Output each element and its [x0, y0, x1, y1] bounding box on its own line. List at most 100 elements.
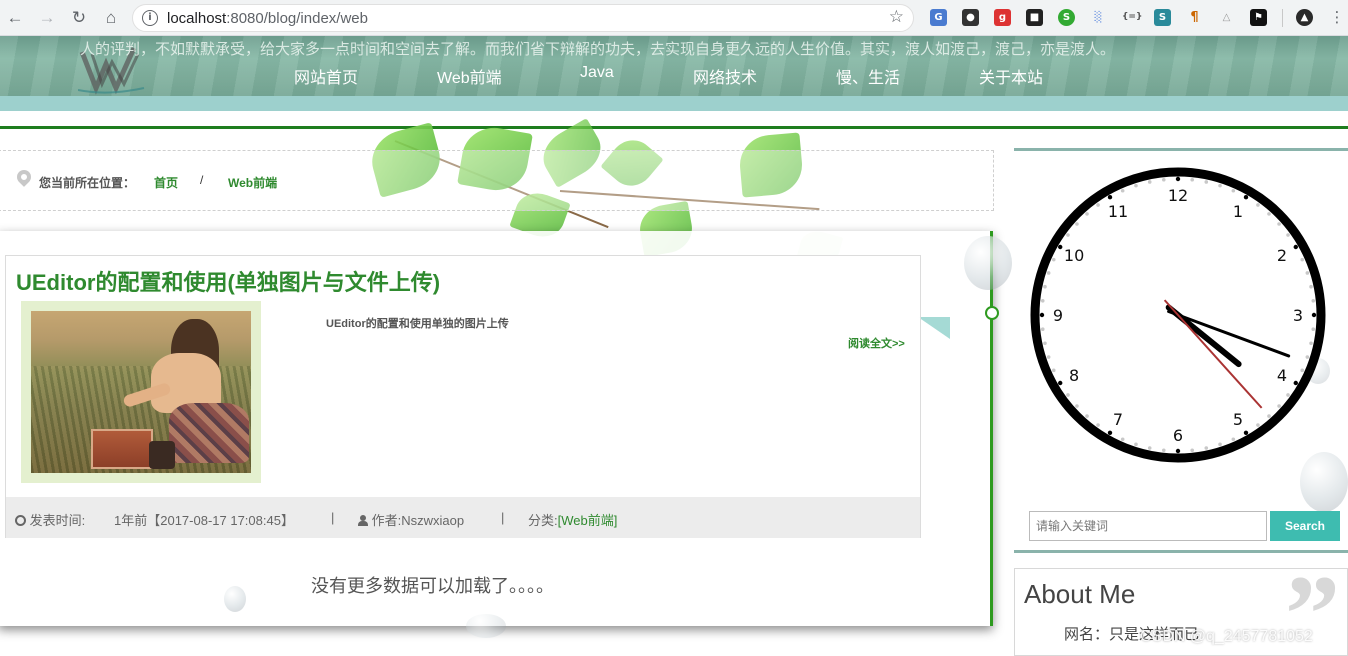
nav-home[interactable]: 网站首页: [294, 64, 358, 88]
extension-red-icon[interactable]: g: [994, 9, 1011, 26]
about-me-title: About Me: [1024, 579, 1136, 609]
clock-hour-tick: [1311, 312, 1317, 318]
clock-minute-tick: [1046, 355, 1051, 359]
post-category: 分类:[Web前端]: [528, 510, 617, 529]
clock-minute-tick: [1075, 222, 1079, 226]
clock-minute-tick: [1075, 404, 1079, 408]
clock-minute-tick: [1190, 448, 1195, 453]
site-info-icon[interactable]: i: [142, 10, 158, 26]
post-thumbnail[interactable]: [21, 301, 261, 483]
clock-number: 6: [1173, 426, 1183, 445]
clock-minute-tick: [1305, 271, 1310, 275]
sidebar-top-rule: [1014, 148, 1348, 151]
clock-minute-tick: [1277, 404, 1281, 408]
extension-translate-icon[interactable]: G: [930, 9, 947, 26]
clock-minute-tick: [1204, 180, 1209, 184]
clock-minute-tick: [1134, 183, 1138, 188]
clock-minute-tick: [1120, 188, 1125, 193]
clock-minute-tick: [1043, 284, 1047, 289]
clock-number: 8: [1069, 366, 1079, 385]
bookmark-star-icon[interactable]: ☆: [889, 7, 904, 27]
clock-number: 12: [1168, 186, 1188, 205]
clock-minute-tick: [1134, 442, 1138, 447]
breadcrumb-current-link[interactable]: Web前端: [228, 174, 277, 191]
clock-hour-tick: [1058, 380, 1063, 386]
header-divider: [0, 126, 1348, 129]
extension-s-icon[interactable]: S: [1058, 9, 1075, 26]
extension-chart-icon[interactable]: ░: [1090, 9, 1107, 26]
clock-number: 7: [1113, 410, 1123, 429]
clock-minute-tick: [1096, 203, 1100, 207]
url-host: localhost: [167, 10, 227, 27]
post-title-link[interactable]: UEditor的配置和使用(单独图片与文件上传): [16, 265, 440, 297]
post-thumbnail-image: [31, 311, 251, 473]
toolbar-separator: [1282, 9, 1283, 27]
breadcrumb-home-link[interactable]: 首页: [154, 174, 178, 191]
nav-about-site[interactable]: 关于本站: [979, 64, 1043, 88]
post-meta-bar: 发表时间: 1年前【2017-08-17 17:08:45】 | 作者:Nszw…: [6, 497, 920, 538]
clock-number: 10: [1064, 246, 1084, 265]
sidebar-mid-rule: [1014, 550, 1348, 553]
post-author-text: 作者:Nszwxiaop: [371, 513, 465, 528]
clock-minute-tick: [1309, 284, 1313, 289]
clock-minute-tick: [1218, 183, 1222, 188]
menu-kebab-icon[interactable]: ⋮: [1326, 7, 1348, 29]
clock-hour-tick: [1175, 176, 1181, 182]
clock-hour-tick: [1293, 244, 1298, 250]
url-text: localhost:8080/blog/index/web: [167, 10, 368, 27]
post-author: 作者:Nszwxiaop: [358, 510, 464, 529]
clock-minute-tick: [1309, 341, 1313, 346]
extension-mask-icon[interactable]: ●: [962, 9, 979, 26]
reload-icon[interactable]: ↻: [68, 7, 90, 29]
extension-ghost-icon[interactable]: ■: [1026, 9, 1043, 26]
clock-hour-tick: [1039, 312, 1045, 318]
clock-hour-tick: [1058, 244, 1063, 250]
header-strip: [0, 96, 1348, 111]
post-card: UEditor的配置和使用(单独图片与文件上传) UEditor的配置和使用单独…: [5, 255, 921, 538]
analog-clock: 121234567891011: [1030, 167, 1326, 463]
nav-slow-life[interactable]: 慢、生活: [836, 64, 900, 88]
clock-hour-tick: [1243, 195, 1249, 200]
extension-pilcrow-icon[interactable]: ¶: [1186, 9, 1203, 26]
forward-icon[interactable]: →: [36, 7, 58, 29]
clock-minute-tick: [1305, 355, 1310, 359]
profile-avatar-icon[interactable]: ▲: [1296, 9, 1313, 26]
back-icon[interactable]: ←: [4, 7, 26, 29]
clock-minute-tick: [1267, 212, 1271, 216]
site-motto: 人的评判，不如默默承受，给大家多一点时间和空间去了解。而我们省下辩解的功夫，去实…: [80, 40, 1116, 58]
address-bar[interactable]: i localhost:8080/blog/index/web ☆: [132, 4, 914, 32]
search-button[interactable]: Search: [1270, 511, 1340, 541]
breadcrumb-label: 您当前所在位置：: [39, 176, 136, 190]
clock-minute-tick: [1066, 393, 1070, 397]
clock-hour-tick: [1175, 448, 1181, 454]
read-more-link[interactable]: 阅读全文>>: [848, 335, 905, 351]
clock-number: 1: [1233, 202, 1243, 221]
nav-web-frontend[interactable]: Web前端: [437, 64, 502, 88]
clock-number: 11: [1108, 202, 1128, 221]
nav-java[interactable]: Java: [580, 64, 614, 82]
post-category-link[interactable]: [Web前端]: [558, 513, 618, 528]
extension-json-icon[interactable]: {=}: [1122, 9, 1142, 26]
clock-minute-tick: [1267, 414, 1271, 418]
clock-minute-tick: [1161, 177, 1166, 182]
clock-minute-tick: [1231, 437, 1236, 442]
breadcrumb-separator: /: [200, 173, 204, 187]
extension-flag-icon[interactable]: ⚑: [1250, 9, 1267, 26]
search-input[interactable]: [1029, 511, 1267, 541]
clock-hour-tick: [1293, 380, 1298, 386]
clock-minute-tick: [1286, 233, 1290, 237]
extension-tree-icon[interactable]: △: [1218, 9, 1235, 26]
home-icon[interactable]: ⌂: [100, 7, 122, 29]
browser-toolbar: ← → ↻ ⌂ i localhost:8080/blog/index/web …: [0, 0, 1348, 36]
meta-divider: |: [501, 510, 505, 525]
publish-time-label: 发表时间:: [15, 510, 85, 529]
site-header: 人的评判，不如默默承受，给大家多一点时间和空间去了解。而我们省下辩解的功夫，去实…: [0, 36, 1348, 111]
clock-minute-tick: [1311, 327, 1316, 332]
extension-teal-s-icon[interactable]: S: [1154, 9, 1171, 26]
nav-network[interactable]: 网络技术: [693, 64, 757, 88]
clock-minute-tick: [1286, 393, 1290, 397]
clock-minute-tick: [1190, 177, 1195, 182]
clock-minute-tick: [1051, 368, 1056, 373]
meta-divider: |: [331, 510, 335, 525]
user-icon: [358, 515, 368, 526]
